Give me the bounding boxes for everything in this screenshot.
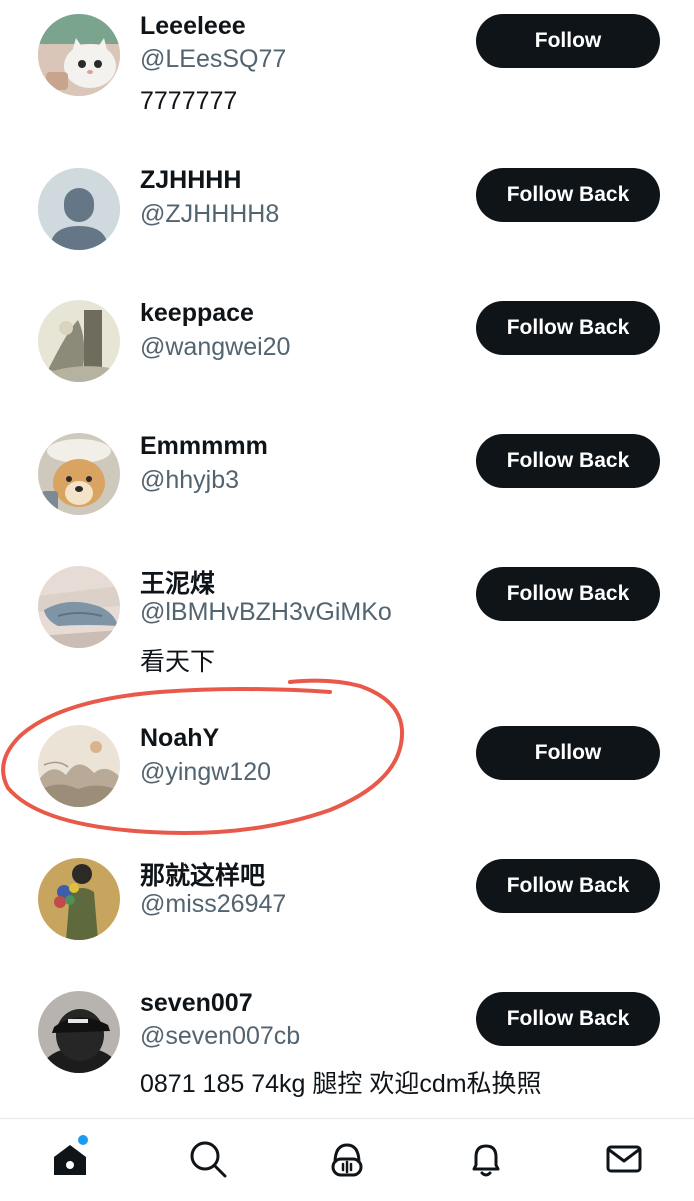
avatar[interactable]	[38, 858, 120, 940]
user-handle: @ZJHHHH8	[140, 200, 280, 228]
follow-back-button[interactable]: Follow Back	[476, 567, 660, 621]
avatar[interactable]	[38, 566, 120, 648]
follow-back-button[interactable]: Follow Back	[476, 434, 660, 488]
user-name[interactable]: 王泥煤	[140, 564, 215, 600]
notifications-icon	[472, 1144, 500, 1177]
follow-button[interactable]: Follow	[476, 726, 660, 780]
avatar[interactable]	[38, 991, 120, 1073]
tab-messages[interactable]	[602, 1137, 646, 1181]
avatar[interactable]	[38, 14, 120, 96]
follow-back-button[interactable]: Follow Back	[476, 168, 660, 222]
tab-home[interactable]	[48, 1133, 92, 1181]
tab-spaces[interactable]	[325, 1137, 369, 1181]
user-handle: @hhyjb3	[140, 466, 240, 494]
user-name[interactable]: Emmmmm	[140, 432, 268, 461]
user-handle: @yingw120	[140, 758, 272, 786]
user-name[interactable]: NoahY	[140, 724, 219, 753]
user-handle: @LEesSQ77	[140, 45, 287, 73]
notification-dot	[76, 1133, 90, 1147]
follow-button[interactable]: Follow	[476, 14, 660, 68]
tab-search[interactable]	[186, 1137, 230, 1181]
follow-back-button[interactable]: Follow Back	[476, 992, 660, 1046]
user-name[interactable]: ZJHHHH	[140, 166, 241, 195]
user-bio: 0871 185 74kg 腿控 欢迎cdm私换照	[140, 1070, 542, 1098]
user-bio: 7777777	[140, 87, 238, 115]
user-handle: @miss26947	[140, 890, 287, 918]
follow-back-button[interactable]: Follow Back	[476, 859, 660, 913]
avatar[interactable]	[38, 725, 120, 807]
user-handle: @seven007cb	[140, 1022, 301, 1050]
follow-back-button[interactable]: Follow Back	[476, 301, 660, 355]
avatar[interactable]	[38, 168, 120, 250]
avatar[interactable]	[38, 300, 120, 382]
user-handle: @wangwei20	[140, 333, 291, 361]
search-icon	[190, 1141, 227, 1178]
spaces-icon	[331, 1143, 363, 1177]
avatar[interactable]	[38, 433, 120, 515]
tab-notifications[interactable]	[464, 1137, 508, 1181]
user-name[interactable]: keeppace	[140, 299, 254, 328]
messages-icon	[606, 1145, 642, 1173]
user-name[interactable]: 那就这样吧	[140, 856, 265, 892]
user-name[interactable]: seven007	[140, 989, 253, 1018]
bottom-tab-bar	[0, 1118, 694, 1201]
user-handle: @lBMHvBZH3vGiMKo	[140, 598, 392, 626]
user-bio: 看天下	[140, 648, 216, 676]
user-name[interactable]: Leeeleee	[140, 12, 246, 41]
